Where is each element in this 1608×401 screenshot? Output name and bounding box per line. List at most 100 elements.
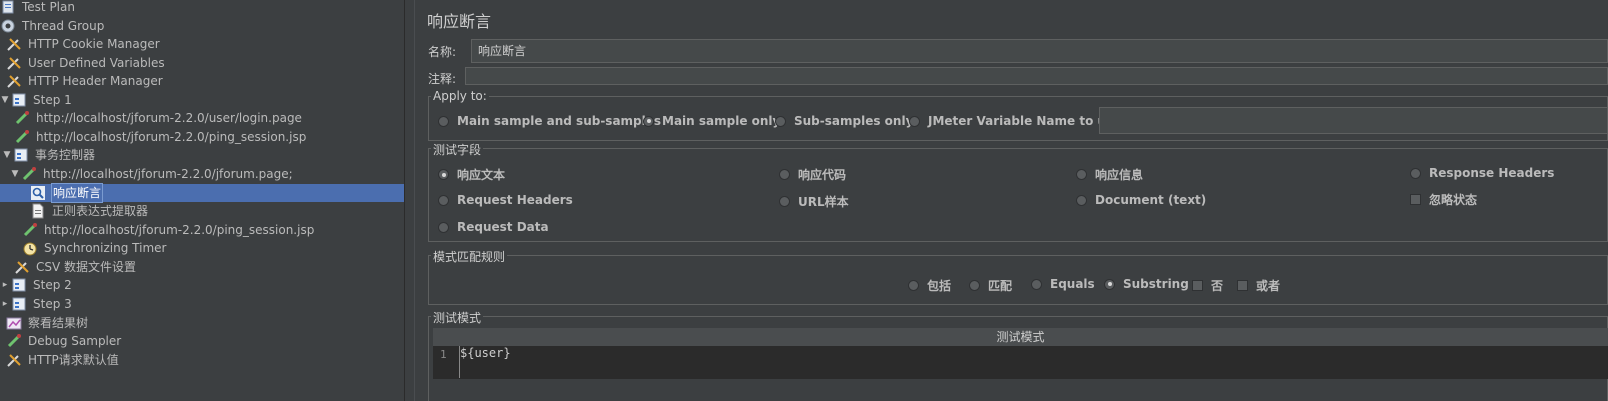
tree-item-label: HTTP Cookie Manager xyxy=(28,37,160,51)
tree-item-regex-extractor[interactable]: 正则表达式提取器 xyxy=(30,202,148,220)
pattern-code-line[interactable]: ${user} xyxy=(460,346,511,360)
apply-main-and-sub-radio[interactable]: Main sample and sub-samples xyxy=(438,114,661,128)
tree-item-login-sampler[interactable]: http://localhost/jforum-2.2.0/user/login… xyxy=(14,109,302,127)
collapse-arrow-icon[interactable]: ▼ xyxy=(0,91,10,109)
patterns-column-header[interactable]: 测试模式 xyxy=(433,328,1608,347)
field-response-headers-radio[interactable]: Response Headers xyxy=(1410,166,1554,180)
tree-item-step-2[interactable]: ▸ Step 2 xyxy=(0,276,72,294)
sampler-pipette-icon xyxy=(21,166,37,182)
field-url-sample-radio[interactable]: URL样本 xyxy=(779,193,849,210)
tree-item-ping-session-sampler[interactable]: http://localhost/jforum-2.2.0/ping_sessi… xyxy=(14,128,306,146)
line-number: 1 xyxy=(440,348,447,361)
tree-item-user-defined-variables[interactable]: User Defined Variables xyxy=(6,54,165,72)
radio-button[interactable] xyxy=(779,196,790,207)
name-field[interactable]: 响应断言 xyxy=(471,39,1608,63)
test-field-title: 测试字段 xyxy=(431,141,484,158)
tree-item-http-header-manager[interactable]: HTTP Header Manager xyxy=(6,72,163,90)
tree-item-label: 正则表达式提取器 xyxy=(52,204,149,218)
tree-item-transaction-controller[interactable]: ▼ 事务控制器 xyxy=(2,146,95,164)
expand-arrow-icon[interactable]: ▸ xyxy=(0,295,10,313)
radio-button-selected[interactable] xyxy=(438,169,449,180)
sampler-pipette-icon xyxy=(6,333,22,349)
wrench-icon xyxy=(6,73,22,89)
field-response-code-radio[interactable]: 响应代码 xyxy=(779,166,846,183)
sampler-pipette-icon xyxy=(14,110,30,126)
rule-not-checkbox[interactable]: 否 xyxy=(1192,277,1223,294)
radio-button-selected[interactable] xyxy=(1104,278,1115,290)
document-icon xyxy=(30,203,46,219)
radio-button[interactable] xyxy=(969,280,980,291)
tree-item-jforum-sampler[interactable]: ▼ http://localhost/jforum-2.2.0/jforum.p… xyxy=(10,165,293,183)
tree-item-http-request-defaults[interactable]: HTTP请求默认值 xyxy=(6,351,119,369)
split-pane-divider[interactable] xyxy=(404,0,415,401)
apply-jmeter-variable-radio[interactable]: JMeter Variable Name to use xyxy=(909,114,1121,128)
radio-button[interactable] xyxy=(1076,194,1087,206)
radio-button[interactable] xyxy=(1076,169,1087,180)
tree-item-step-1[interactable]: ▼ Step 1 xyxy=(0,91,72,109)
tree-item-csv-data-set[interactable]: CSV 数据文件设置 xyxy=(14,258,136,276)
tree-item-label: User Defined Variables xyxy=(28,56,165,70)
tree-item-label: HTTP请求默认值 xyxy=(28,353,119,367)
tree-item-test-plan[interactable]: Test Plan xyxy=(0,0,75,16)
rule-equals-radio[interactable]: Equals xyxy=(1031,277,1095,291)
field-response-message-radio[interactable]: 响应信息 xyxy=(1076,166,1143,183)
radio-button[interactable] xyxy=(909,115,920,127)
radio-button[interactable] xyxy=(438,194,449,206)
rule-contains-radio[interactable]: 包括 xyxy=(908,277,951,294)
tree-item-http-cookie-manager[interactable]: HTTP Cookie Manager xyxy=(6,35,160,53)
radio-button-selected[interactable] xyxy=(643,115,654,127)
radio-button[interactable] xyxy=(779,169,790,180)
radio-button[interactable] xyxy=(1410,167,1421,179)
tree-item-label: Step 2 xyxy=(33,278,72,292)
checkbox[interactable] xyxy=(1237,280,1248,291)
tree-item-response-assertion[interactable]: 响应断言 xyxy=(0,183,404,203)
tree-item-debug-sampler[interactable]: Debug Sampler xyxy=(6,332,121,350)
wrench-icon xyxy=(14,259,30,275)
apply-main-only-radio[interactable]: Main sample only xyxy=(643,114,780,128)
expand-arrow-icon[interactable]: ▸ xyxy=(0,276,10,294)
tree-item-label: Test Plan xyxy=(22,0,75,14)
tree-item-thread-group[interactable]: Thread Group xyxy=(0,17,104,35)
rule-substring-radio[interactable]: Substring xyxy=(1104,277,1189,291)
radio-button[interactable] xyxy=(438,115,449,127)
controller-icon xyxy=(11,92,27,108)
tree-item-view-results-tree[interactable]: 察看结果树 xyxy=(6,314,88,332)
ignore-status-checkbox[interactable]: 忽略状态 xyxy=(1410,191,1477,208)
wrench-icon xyxy=(6,55,22,71)
page-title: 响应断言 xyxy=(427,12,492,31)
tree-item-label: HTTP Header Manager xyxy=(28,74,163,88)
rule-or-checkbox[interactable]: 或者 xyxy=(1237,277,1280,294)
checkbox[interactable] xyxy=(1410,194,1421,205)
comment-field[interactable] xyxy=(465,67,1608,85)
patterns-editor[interactable] xyxy=(433,346,1608,379)
gear-icon xyxy=(0,18,16,34)
apply-sub-only-radio[interactable]: Sub-samples only xyxy=(775,114,913,128)
chart-icon xyxy=(6,315,22,331)
radio-button[interactable] xyxy=(775,115,786,127)
jmeter-variable-input[interactable] xyxy=(1099,107,1608,134)
collapse-arrow-icon[interactable]: ▼ xyxy=(10,165,20,183)
rule-matches-radio[interactable]: 匹配 xyxy=(969,277,1012,294)
comment-label: 注释: xyxy=(428,72,457,86)
radio-button[interactable] xyxy=(908,280,919,291)
field-request-data-radio[interactable]: Request Data xyxy=(438,220,549,234)
tree-item-label: http://localhost/jforum-2.2.0/user/login… xyxy=(36,111,302,125)
pattern-matching-rules-title: 模式匹配规则 xyxy=(431,248,508,265)
tree-item-ping-session-sampler-2[interactable]: http://localhost/jforum-2.2.0/ping_sessi… xyxy=(22,221,314,239)
tree-item-label: http://localhost/jforum-2.2.0/jforum.pag… xyxy=(43,167,293,181)
test-plan-tree[interactable]: Test Plan Thread Group HTTP Cookie Manag… xyxy=(0,0,404,401)
field-response-text-radio[interactable]: 响应文本 xyxy=(438,166,505,183)
radio-button[interactable] xyxy=(438,221,449,233)
checkbox[interactable] xyxy=(1192,280,1203,291)
tree-item-synchronizing-timer[interactable]: Synchronizing Timer xyxy=(22,239,166,257)
tree-item-step-3[interactable]: ▸ Step 3 xyxy=(0,295,72,313)
field-request-headers-radio[interactable]: Request Headers xyxy=(438,193,573,207)
pattern-matching-rules-group xyxy=(428,255,1608,305)
response-assertion-panel: 响应断言 名称: 响应断言 注释: Apply to: Main sample … xyxy=(415,0,1608,401)
tree-item-label: Debug Sampler xyxy=(28,334,122,348)
wrench-icon xyxy=(6,352,22,368)
wrench-icon xyxy=(6,36,22,52)
collapse-arrow-icon[interactable]: ▼ xyxy=(2,146,12,164)
radio-button[interactable] xyxy=(1031,278,1042,290)
field-document-text-radio[interactable]: Document (text) xyxy=(1076,193,1206,207)
